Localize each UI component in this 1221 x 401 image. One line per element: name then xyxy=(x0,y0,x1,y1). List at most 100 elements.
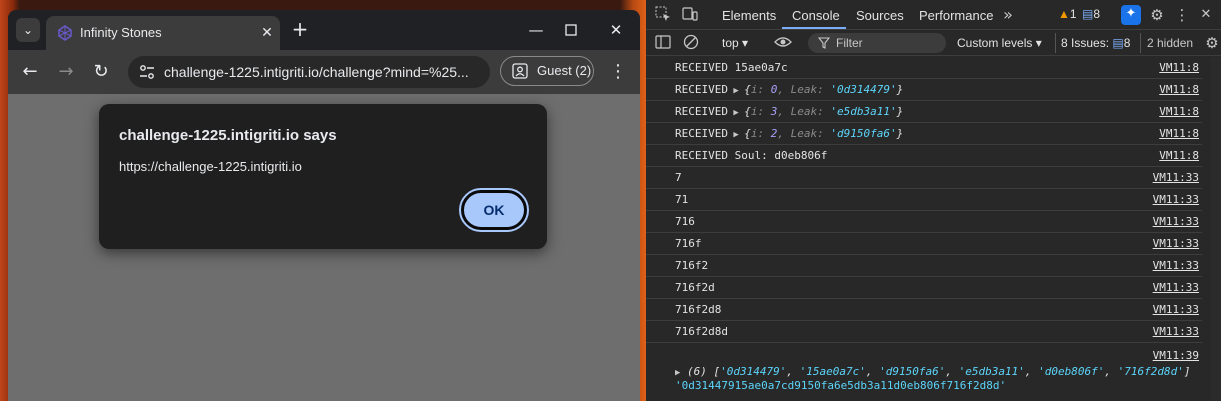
object-preview[interactable]: {i: 3, Leak: 'e5db3a11'} xyxy=(744,105,903,118)
console-message-text: 716f2d xyxy=(675,281,715,294)
console-source-link[interactable]: VM11:39 xyxy=(1153,349,1199,362)
message-icon: ▤ xyxy=(1082,7,1094,21)
settings-gear-icon[interactable]: ⚙ xyxy=(1148,6,1166,24)
dialog-message: https://challenge-1225.intigriti.io xyxy=(119,159,302,174)
console-settings-gear-icon[interactable]: ⚙ xyxy=(1203,34,1221,52)
console-message-text: 71 xyxy=(675,193,689,206)
ai-assistant-icon[interactable]: ✦ xyxy=(1121,5,1141,25)
log-levels-dropdown[interactable]: Custom levels ▾ xyxy=(957,36,1042,50)
object-preview[interactable]: {i: 0, Leak: '0d314479'} xyxy=(744,83,903,96)
inspect-element-icon[interactable] xyxy=(654,6,672,24)
address-bar[interactable]: challenge-1225.intigriti.io/challenge?mi… xyxy=(128,56,490,88)
kebab-menu-icon[interactable]: ⋮ xyxy=(608,60,628,84)
console-source-link[interactable]: VM11:33 xyxy=(1153,281,1199,294)
filter-placeholder: Filter xyxy=(836,36,863,50)
live-expression-eye-icon[interactable] xyxy=(774,34,792,52)
warning-count[interactable]: ▲1 xyxy=(1058,7,1077,21)
more-options-icon[interactable]: ⋮ xyxy=(1173,6,1191,24)
guest-profile-icon xyxy=(512,63,528,79)
issues-message-icon: ▤ xyxy=(1112,36,1124,50)
object-value-leak: 'd9150fa6' xyxy=(830,127,897,140)
back-arrow-icon[interactable]: ← xyxy=(18,60,42,84)
object-key: , Leak: xyxy=(777,127,831,140)
console-filter-input[interactable]: Filter xyxy=(808,33,946,53)
ok-button[interactable]: OK xyxy=(459,188,529,232)
issues-count: 8 xyxy=(1123,36,1131,50)
close-devtools-icon[interactable]: ✕ xyxy=(1197,6,1215,24)
chrome-window: ⌄ Infinity Stones ✕ + — ✕ ← → ↻ challeng… xyxy=(8,10,640,401)
object-preview[interactable]: {i: 2, Leak: 'd9150fa6'} xyxy=(744,127,903,140)
console-message-text[interactable]: RECEIVED ▶ {i: 0, Leak: '0d314479'} xyxy=(675,83,903,96)
console-message: RECEIVED ▶ {i: 3, Leak: 'e5db3a11'} VM11:… xyxy=(646,101,1202,123)
tab-performance[interactable]: Performance xyxy=(919,8,993,23)
devtools-tabbar: Elements Console Sources Performance » ▲… xyxy=(646,0,1221,30)
console-source-link[interactable]: VM11:8 xyxy=(1159,105,1199,118)
reload-icon[interactable]: ↻ xyxy=(89,60,113,84)
clear-console-icon[interactable] xyxy=(682,34,700,52)
array-item: 'd9150fa6' xyxy=(879,365,946,378)
console-message-prefix: RECEIVED xyxy=(675,105,728,118)
console-source-link[interactable]: VM11:8 xyxy=(1159,61,1199,74)
console-message-text: 716f xyxy=(675,237,702,250)
expand-triangle-icon[interactable]: ▶ xyxy=(675,368,680,378)
expand-triangle-icon[interactable]: ▶ xyxy=(728,130,744,140)
minimize-icon[interactable]: — xyxy=(524,18,548,42)
message-count-value: 8 xyxy=(1093,7,1101,21)
maximize-icon[interactable] xyxy=(559,18,583,42)
favicon-icon xyxy=(58,25,72,41)
console-message-text[interactable]: RECEIVED ▶ {i: 2, Leak: 'd9150fa6'} xyxy=(675,127,903,140)
expand-triangle-icon[interactable]: ▶ xyxy=(728,86,744,96)
console-message-text: 716f2d8 xyxy=(675,303,722,316)
expand-triangle-icon[interactable]: ▶ xyxy=(728,108,744,118)
console-message: 716 VM11:33 xyxy=(646,211,1202,233)
page-viewport: challenge-1225.intigriti.io says https:/… xyxy=(8,94,640,401)
console-message-text: RECEIVED 15ae0a7c xyxy=(675,61,788,74)
console-scrollbar[interactable] xyxy=(1211,57,1221,401)
console-source-link[interactable]: VM11:33 xyxy=(1153,237,1199,250)
console-array-entry[interactable]: VM11:39 ▶ (6) ['0d314479', '15ae0a7c', '… xyxy=(646,347,1202,401)
console-source-link[interactable]: VM11:33 xyxy=(1153,259,1199,272)
alert-dialog: challenge-1225.intigriti.io says https:/… xyxy=(99,104,547,249)
tab-console[interactable]: Console xyxy=(792,8,840,23)
site-info-icon[interactable] xyxy=(137,62,157,82)
object-key: i: xyxy=(750,105,771,118)
object-key: i: xyxy=(750,127,771,140)
console-message-text: RECEIVED Soul: d0eb806f xyxy=(675,149,828,162)
sidebar-toggle-icon[interactable] xyxy=(654,34,672,52)
close-window-icon[interactable]: ✕ xyxy=(604,18,628,42)
tab-search-chevron-icon[interactable]: ⌄ xyxy=(16,18,40,42)
devtools-panel: Elements Console Sources Performance » ▲… xyxy=(646,0,1221,401)
console-source-link[interactable]: VM11:8 xyxy=(1159,127,1199,140)
console-message: RECEIVED ▶ {i: 0, Leak: '0d314479'} VM11:… xyxy=(646,79,1202,101)
tab-title: Infinity Stones xyxy=(80,25,162,40)
console-message-text[interactable]: RECEIVED ▶ {i: 3, Leak: 'e5db3a11'} xyxy=(675,105,903,118)
new-tab-button[interactable]: + xyxy=(290,19,310,39)
console-message: 716f VM11:33 xyxy=(646,233,1202,255)
guest-profile-button[interactable]: Guest (2) xyxy=(500,56,594,86)
tab-infinity-stones[interactable]: Infinity Stones ✕ xyxy=(46,16,280,50)
device-toolbar-icon[interactable] xyxy=(681,6,699,24)
console-source-link[interactable]: VM11:33 xyxy=(1153,303,1199,316)
context-selector[interactable]: top ▾ xyxy=(722,36,748,50)
tab-sources[interactable]: Sources xyxy=(856,8,904,23)
forward-arrow-icon[interactable]: → xyxy=(54,60,78,84)
hidden-messages-count: 2 hidden xyxy=(1140,33,1193,53)
url-text: challenge-1225.intigriti.io/challenge?mi… xyxy=(164,64,469,80)
issues-button[interactable]: 8 Issues: ▤8 xyxy=(1055,33,1130,53)
object-key: i: xyxy=(750,83,771,96)
array-preview[interactable]: ▶ (6) ['0d314479', '15ae0a7c', 'd9150fa6… xyxy=(675,365,1190,378)
console-source-link[interactable]: VM11:33 xyxy=(1153,325,1199,338)
console-source-link[interactable]: VM11:8 xyxy=(1159,83,1199,96)
more-tabs-icon[interactable]: » xyxy=(999,6,1017,24)
console-source-link[interactable]: VM11:33 xyxy=(1153,171,1199,184)
array-item: '716f2d8d' xyxy=(1117,365,1184,378)
message-count[interactable]: ▤8 xyxy=(1082,7,1100,21)
console-source-link[interactable]: VM11:33 xyxy=(1153,215,1199,228)
console-source-link[interactable]: VM11:8 xyxy=(1159,149,1199,162)
array-count: (6) xyxy=(687,365,707,378)
tab-close-icon[interactable]: ✕ xyxy=(258,24,276,42)
warning-triangle-icon: ▲ xyxy=(1058,7,1070,21)
console-message: RECEIVED 15ae0a7c VM11:8 xyxy=(646,57,1202,79)
console-source-link[interactable]: VM11:33 xyxy=(1153,193,1199,206)
tab-elements[interactable]: Elements xyxy=(722,8,776,23)
